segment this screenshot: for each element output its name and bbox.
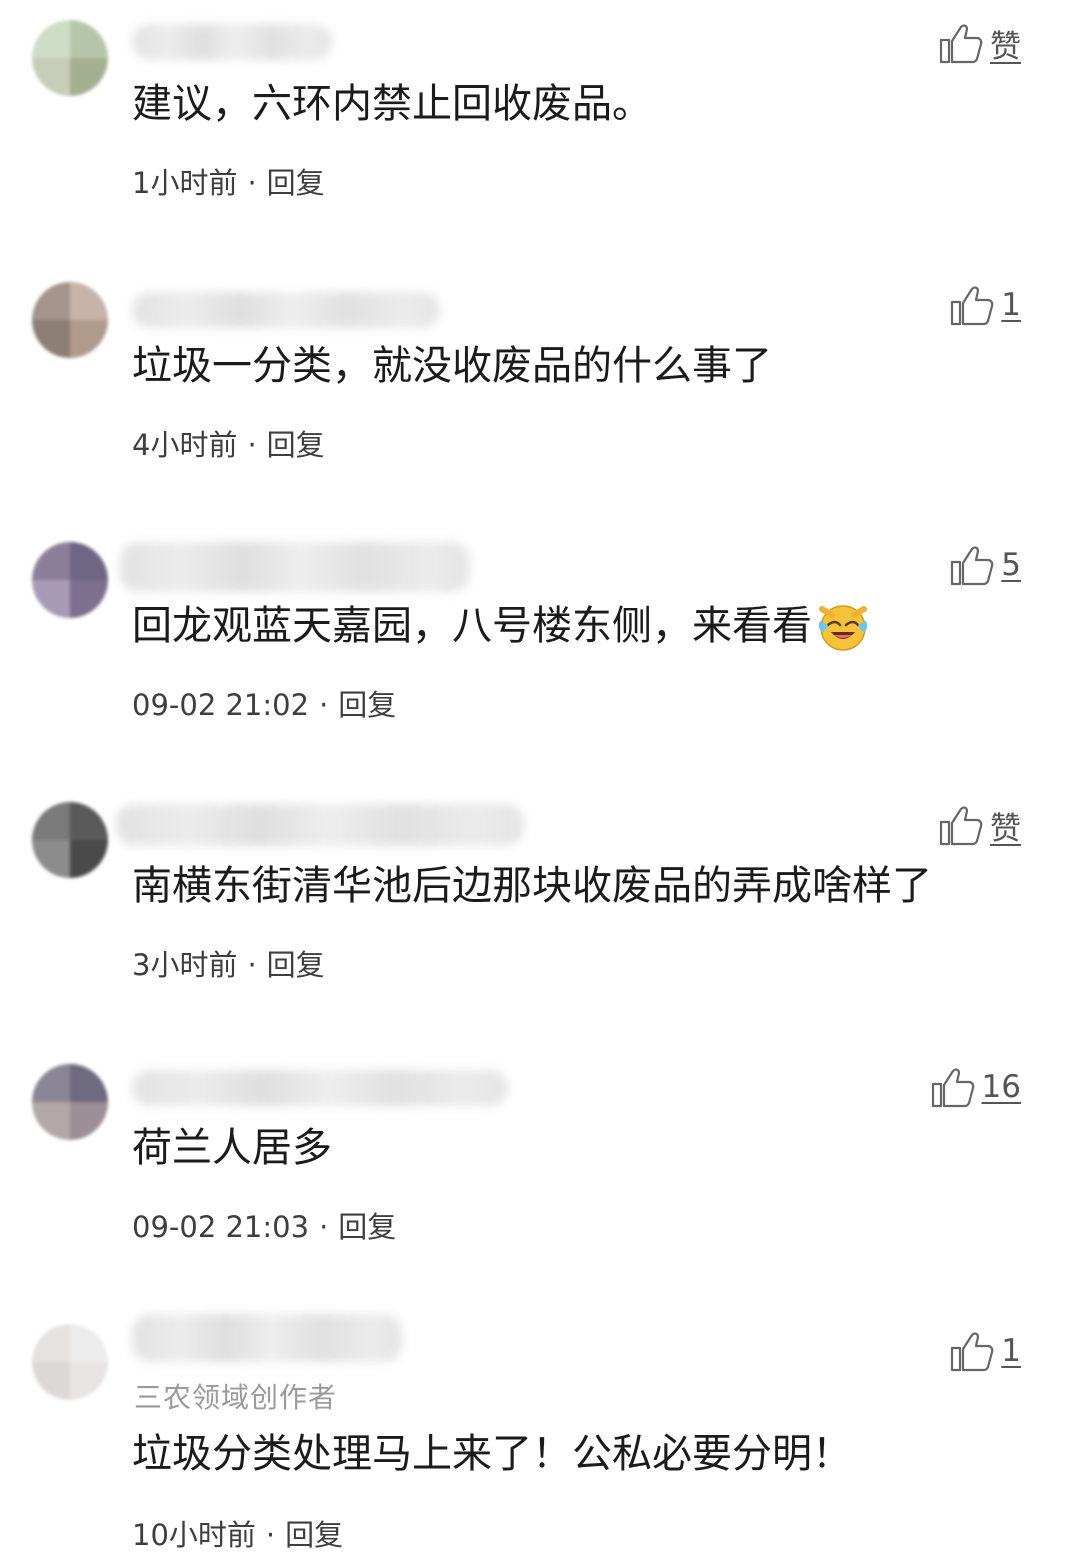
comment-item: 1 垃圾一分类，就没收废品的什么事了 4小时前 · 回复 bbox=[0, 262, 1077, 522]
separator-dot: · bbox=[319, 1210, 329, 1244]
comment-text: 垃圾一分类，就没收废品的什么事了 bbox=[132, 338, 772, 394]
like-count: 1 bbox=[1001, 1333, 1021, 1369]
avatar[interactable] bbox=[32, 802, 108, 878]
timestamp: 10小时前 bbox=[132, 1518, 256, 1552]
thumbs-up-icon bbox=[951, 1332, 994, 1372]
username-blurred[interactable] bbox=[132, 1314, 402, 1362]
comment-text: 垃圾分类处理马上来了！公私必要分明！ bbox=[132, 1426, 852, 1482]
laughing-crying-emoji-icon bbox=[818, 605, 868, 651]
timestamp: 09-02 21:02 bbox=[132, 688, 310, 722]
thumbs-up-icon bbox=[951, 546, 994, 586]
username-blurred[interactable] bbox=[116, 804, 524, 846]
comment-text: 回龙观蓝天嘉园，八号楼东侧，来看看 bbox=[132, 598, 870, 654]
comment-meta: 4小时前 · 回复 bbox=[132, 422, 325, 464]
comment-text-content: 荷兰人居多 bbox=[132, 1125, 332, 1171]
avatar-fill bbox=[70, 1102, 108, 1140]
avatar-fill bbox=[70, 1324, 108, 1362]
timestamp: 09-02 21:03 bbox=[132, 1210, 310, 1244]
like-count: 1 bbox=[1001, 287, 1021, 323]
like-label: 赞 bbox=[990, 28, 1021, 65]
comment-text: 建议，六环内禁止回收废品。 bbox=[132, 76, 652, 132]
avatar-fill bbox=[32, 580, 70, 618]
like-count: 16 bbox=[981, 1069, 1021, 1105]
separator-dot: · bbox=[247, 166, 257, 200]
reply-button[interactable]: 回复 bbox=[267, 166, 325, 200]
separator-dot: · bbox=[319, 688, 329, 722]
like-count: 5 bbox=[1001, 547, 1021, 583]
comment-text-content: 垃圾分类处理马上来了！公私必要分明！ bbox=[132, 1431, 852, 1477]
comment-meta: 3小时前 · 回复 bbox=[132, 942, 325, 984]
thumbs-up-icon bbox=[951, 286, 994, 326]
username-blurred[interactable] bbox=[132, 292, 440, 328]
reply-button[interactable]: 回复 bbox=[267, 948, 325, 982]
avatar-fill bbox=[70, 20, 108, 58]
like-button[interactable]: 1 bbox=[949, 280, 1021, 330]
like-button[interactable]: 赞 bbox=[938, 800, 1021, 850]
avatar[interactable] bbox=[32, 542, 108, 618]
comment-item: 5 回龙观蓝天嘉园，八号楼东侧，来看看 09-02 21:02 · 回复 bbox=[0, 522, 1077, 782]
avatar[interactable] bbox=[32, 1064, 108, 1140]
comment-text: 南横东街清华池后边那块收废品的弄成啥样了 bbox=[132, 858, 932, 914]
avatar-fill bbox=[32, 1064, 70, 1102]
avatar[interactable] bbox=[32, 1324, 108, 1400]
avatar-fill bbox=[70, 1362, 108, 1400]
avatar-fill bbox=[32, 320, 70, 358]
comment-meta: 1小时前 · 回复 bbox=[132, 160, 325, 202]
avatar-fill bbox=[32, 58, 70, 96]
thumbs-up-icon bbox=[939, 806, 983, 846]
avatar-fill bbox=[70, 58, 108, 96]
comment-item: 赞 南横东街清华池后边那块收废品的弄成啥样了 3小时前 · 回复 bbox=[0, 782, 1077, 1042]
comment-meta: 10小时前 · 回复 bbox=[132, 1512, 343, 1554]
reply-button[interactable]: 回复 bbox=[267, 428, 325, 462]
avatar-fill bbox=[70, 542, 108, 580]
avatar-fill bbox=[32, 1102, 70, 1140]
like-label: 赞 bbox=[990, 810, 1021, 847]
avatar[interactable] bbox=[32, 282, 108, 358]
like-button[interactable]: 1 bbox=[949, 1326, 1021, 1376]
separator-dot: · bbox=[247, 948, 257, 982]
avatar-fill bbox=[70, 1064, 108, 1102]
avatar-fill bbox=[32, 1324, 70, 1362]
thumbs-up-icon bbox=[931, 1068, 974, 1108]
comment-meta: 09-02 21:02 · 回复 bbox=[132, 682, 396, 724]
avatar-fill bbox=[32, 282, 70, 320]
comment-item: 三农领域创作者 1 垃圾分类处理马上来了！公私必要分明！ 10小时前 · 回复 bbox=[0, 1304, 1077, 1555]
avatar-fill bbox=[32, 1362, 70, 1400]
comment-text-content: 垃圾一分类，就没收废品的什么事了 bbox=[132, 343, 772, 389]
avatar[interactable] bbox=[32, 20, 108, 96]
like-button[interactable]: 赞 bbox=[938, 18, 1021, 68]
timestamp: 1小时前 bbox=[132, 166, 238, 200]
comment-text-content: 建议，六环内禁止回收废品。 bbox=[132, 81, 652, 127]
avatar-fill bbox=[70, 580, 108, 618]
avatar-fill bbox=[32, 542, 70, 580]
username-blurred[interactable] bbox=[132, 24, 332, 60]
author-tag: 三农领域创作者 bbox=[134, 1381, 338, 1414]
like-button[interactable]: 16 bbox=[930, 1062, 1021, 1112]
avatar-fill bbox=[70, 802, 108, 840]
separator-dot: · bbox=[247, 428, 257, 462]
avatar-fill bbox=[70, 840, 108, 878]
avatar-fill bbox=[32, 840, 70, 878]
avatar-fill bbox=[70, 282, 108, 320]
timestamp: 4小时前 bbox=[132, 428, 238, 462]
reply-button[interactable]: 回复 bbox=[285, 1518, 343, 1552]
comment-item: 赞 建议，六环内禁止回收废品。 1小时前 · 回复 bbox=[0, 0, 1077, 260]
timestamp: 3小时前 bbox=[132, 948, 238, 982]
avatar-fill bbox=[32, 802, 70, 840]
reply-button[interactable]: 回复 bbox=[338, 1210, 396, 1244]
comment-meta: 09-02 21:03 · 回复 bbox=[132, 1204, 396, 1246]
reply-button[interactable]: 回复 bbox=[338, 688, 396, 722]
avatar-fill bbox=[32, 20, 70, 58]
username-blurred[interactable] bbox=[132, 1070, 508, 1106]
comment-text-content: 回龙观蓝天嘉园，八号楼东侧，来看看 bbox=[132, 603, 812, 649]
like-button[interactable]: 5 bbox=[949, 540, 1021, 590]
comment-text: 荷兰人居多 bbox=[132, 1120, 332, 1176]
comment-text-content: 南横东街清华池后边那块收废品的弄成啥样了 bbox=[132, 863, 932, 909]
username-blurred[interactable] bbox=[120, 542, 470, 592]
thumbs-up-icon bbox=[939, 24, 983, 64]
comment-item: 16 荷兰人居多 09-02 21:03 · 回复 bbox=[0, 1044, 1077, 1304]
separator-dot: · bbox=[265, 1518, 276, 1552]
avatar-fill bbox=[70, 320, 108, 358]
